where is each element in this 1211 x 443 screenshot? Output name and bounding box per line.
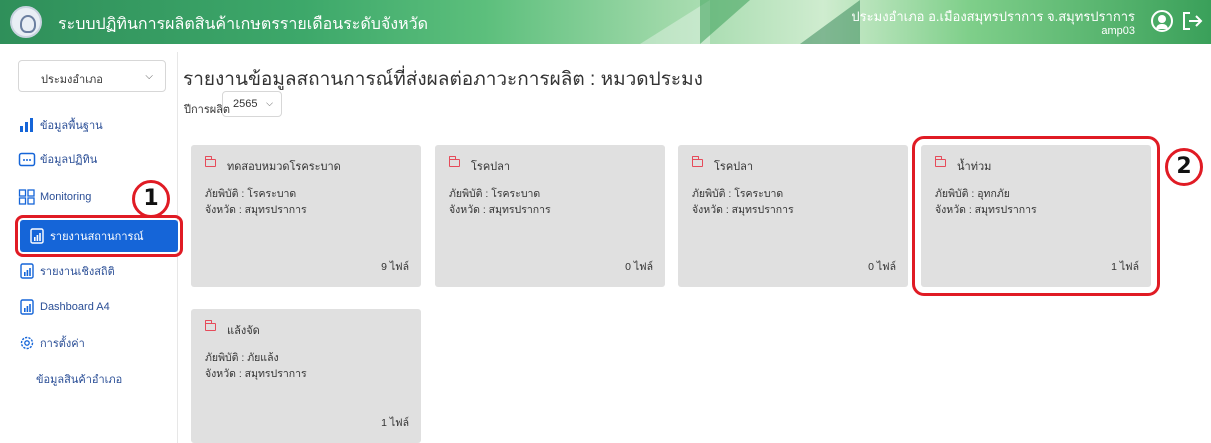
sidebar-item-calendar[interactable]: ข้อมูลปฏิทิน bbox=[18, 144, 168, 174]
sidebar-item-label: ข้อมูลสินค้าอำเภอ bbox=[36, 374, 123, 386]
card-file-count: 0 ไฟล์ bbox=[625, 261, 653, 273]
sidebar-item-label: ข้อมูลพื้นฐาน bbox=[40, 120, 103, 132]
card-file-count: 9 ไฟล์ bbox=[381, 261, 409, 273]
app-title: ระบบปฏิทินการผลิตสินค้าเกษตรรายเดือนระดั… bbox=[58, 16, 428, 33]
step-marker-2: 2 bbox=[1165, 148, 1203, 186]
header-decoration bbox=[700, 0, 750, 44]
sidebar-item-label: การตั้งค่า bbox=[40, 338, 85, 350]
card-province: จังหวัด : สมุทรปราการ bbox=[692, 204, 794, 216]
card-province: จังหวัด : สมุทรปราการ bbox=[935, 204, 1037, 216]
user-code: amp03 bbox=[1101, 25, 1135, 37]
sidebar-item-label: ข้อมูลปฏิทิน bbox=[40, 154, 98, 166]
card-province: จังหวัด : สมุทรปราการ bbox=[205, 204, 307, 216]
role-select-value: ประมงอำเภอ bbox=[41, 74, 103, 86]
sidebar-item-statistics-report[interactable]: รายงานเชิงสถิติ bbox=[18, 256, 168, 286]
user-profile-icon[interactable] bbox=[1151, 10, 1173, 32]
year-select[interactable]: 2565 ⌵ bbox=[222, 91, 282, 117]
card-file-count: 0 ไฟล์ bbox=[868, 261, 896, 273]
card-file-count: 1 ไฟล์ bbox=[1111, 261, 1139, 273]
card-province: จังหวัด : สมุทรปราการ bbox=[205, 368, 307, 380]
year-select-value: 2565 bbox=[233, 98, 258, 110]
card-hazard: ภัยพิบัติ : ภัยแล้ง bbox=[205, 352, 279, 364]
card-hazard: ภัยพิบัติ : โรคระบาด bbox=[692, 188, 784, 200]
report-icon bbox=[20, 299, 34, 315]
grid-icon bbox=[18, 189, 35, 205]
card-title: โรคปลา bbox=[471, 161, 511, 173]
sidebar-item-label: Dashboard A4 bbox=[40, 301, 110, 313]
calendar-icon bbox=[18, 152, 36, 167]
card-hazard: ภัยพิบัติ : โรคระบาด bbox=[205, 188, 297, 200]
report-icon bbox=[30, 228, 44, 244]
sidebar-item-label: รายงานเชิงสถิติ bbox=[40, 266, 115, 278]
folder-icon bbox=[205, 156, 216, 167]
folder-icon bbox=[692, 156, 703, 167]
sidebar-item-label: รายงานสถานการณ์ bbox=[50, 231, 144, 243]
sidebar-item-basic-data[interactable]: ข้อมูลพื้นฐาน bbox=[18, 110, 168, 140]
role-select[interactable]: ประมงอำเภอ ⌵ bbox=[18, 60, 166, 92]
situation-card[interactable]: โรคปลา ภัยพิบัติ : โรคระบาด จังหวัด : สม… bbox=[435, 145, 665, 287]
bar-chart-icon bbox=[20, 118, 33, 132]
step-marker-1: 1 bbox=[132, 180, 170, 218]
situation-card[interactable]: โรคปลา ภัยพิบัติ : โรคระบาด จังหวัด : สม… bbox=[678, 145, 908, 287]
report-icon bbox=[20, 263, 34, 279]
card-hazard: ภัยพิบัติ : อุทกภัย bbox=[935, 188, 1010, 200]
card-title: ทดสอบหมวดโรคระบาด bbox=[227, 161, 341, 173]
gear-icon bbox=[20, 336, 34, 350]
sidebar-item-situation-report[interactable]: รายงานสถานการณ์ bbox=[15, 215, 183, 257]
sidebar-item-dashboard[interactable]: Dashboard A4 bbox=[18, 292, 168, 322]
situation-card[interactable]: น้ำท่วม ภัยพิบัติ : อุทกภัย จังหวัด : สม… bbox=[912, 136, 1160, 296]
chevron-down-icon: ⌵ bbox=[145, 71, 153, 82]
top-header: ระบบปฏิทินการผลิตสินค้าเกษตรรายเดือนระดั… bbox=[0, 0, 1211, 44]
sidebar: ประมงอำเภอ ⌵ ข้อมูลพื้นฐาน ข้อมูลปฏิทิน … bbox=[8, 52, 183, 443]
card-title: แล้งจัด bbox=[227, 325, 260, 337]
user-location: ประมงอำเภอ อ.เมืองสมุทรปราการ จ.สมุทรปรา… bbox=[851, 9, 1135, 24]
chevron-down-icon: ⌵ bbox=[266, 98, 273, 108]
card-title: โรคปลา bbox=[714, 161, 754, 173]
department-logo bbox=[10, 6, 42, 38]
card-title: น้ำท่วม bbox=[957, 161, 992, 173]
logout-icon[interactable] bbox=[1181, 11, 1203, 31]
folder-icon bbox=[449, 156, 460, 167]
sidebar-item-settings[interactable]: การตั้งค่า bbox=[18, 328, 168, 358]
card-hazard: ภัยพิบัติ : โรคระบาด bbox=[449, 188, 541, 200]
card-file-count: 1 ไฟล์ bbox=[381, 417, 409, 429]
situation-card[interactable]: ทดสอบหมวดโรคระบาด ภัยพิบัติ : โรคระบาด จ… bbox=[191, 145, 421, 287]
folder-icon bbox=[205, 320, 216, 331]
sidebar-item-label: Monitoring bbox=[40, 191, 92, 203]
folder-icon bbox=[935, 156, 946, 167]
sidebar-subitem-district-products[interactable]: ข้อมูลสินค้าอำเภอ bbox=[36, 364, 186, 394]
situation-card[interactable]: แล้งจัด ภัยพิบัติ : ภัยแล้ง จังหวัด : สม… bbox=[191, 309, 421, 443]
card-province: จังหวัด : สมุทรปราการ bbox=[449, 204, 551, 216]
page-title: รายงานข้อมูลสถานการณ์ที่ส่งผลต่อภาวะการผ… bbox=[183, 69, 703, 90]
